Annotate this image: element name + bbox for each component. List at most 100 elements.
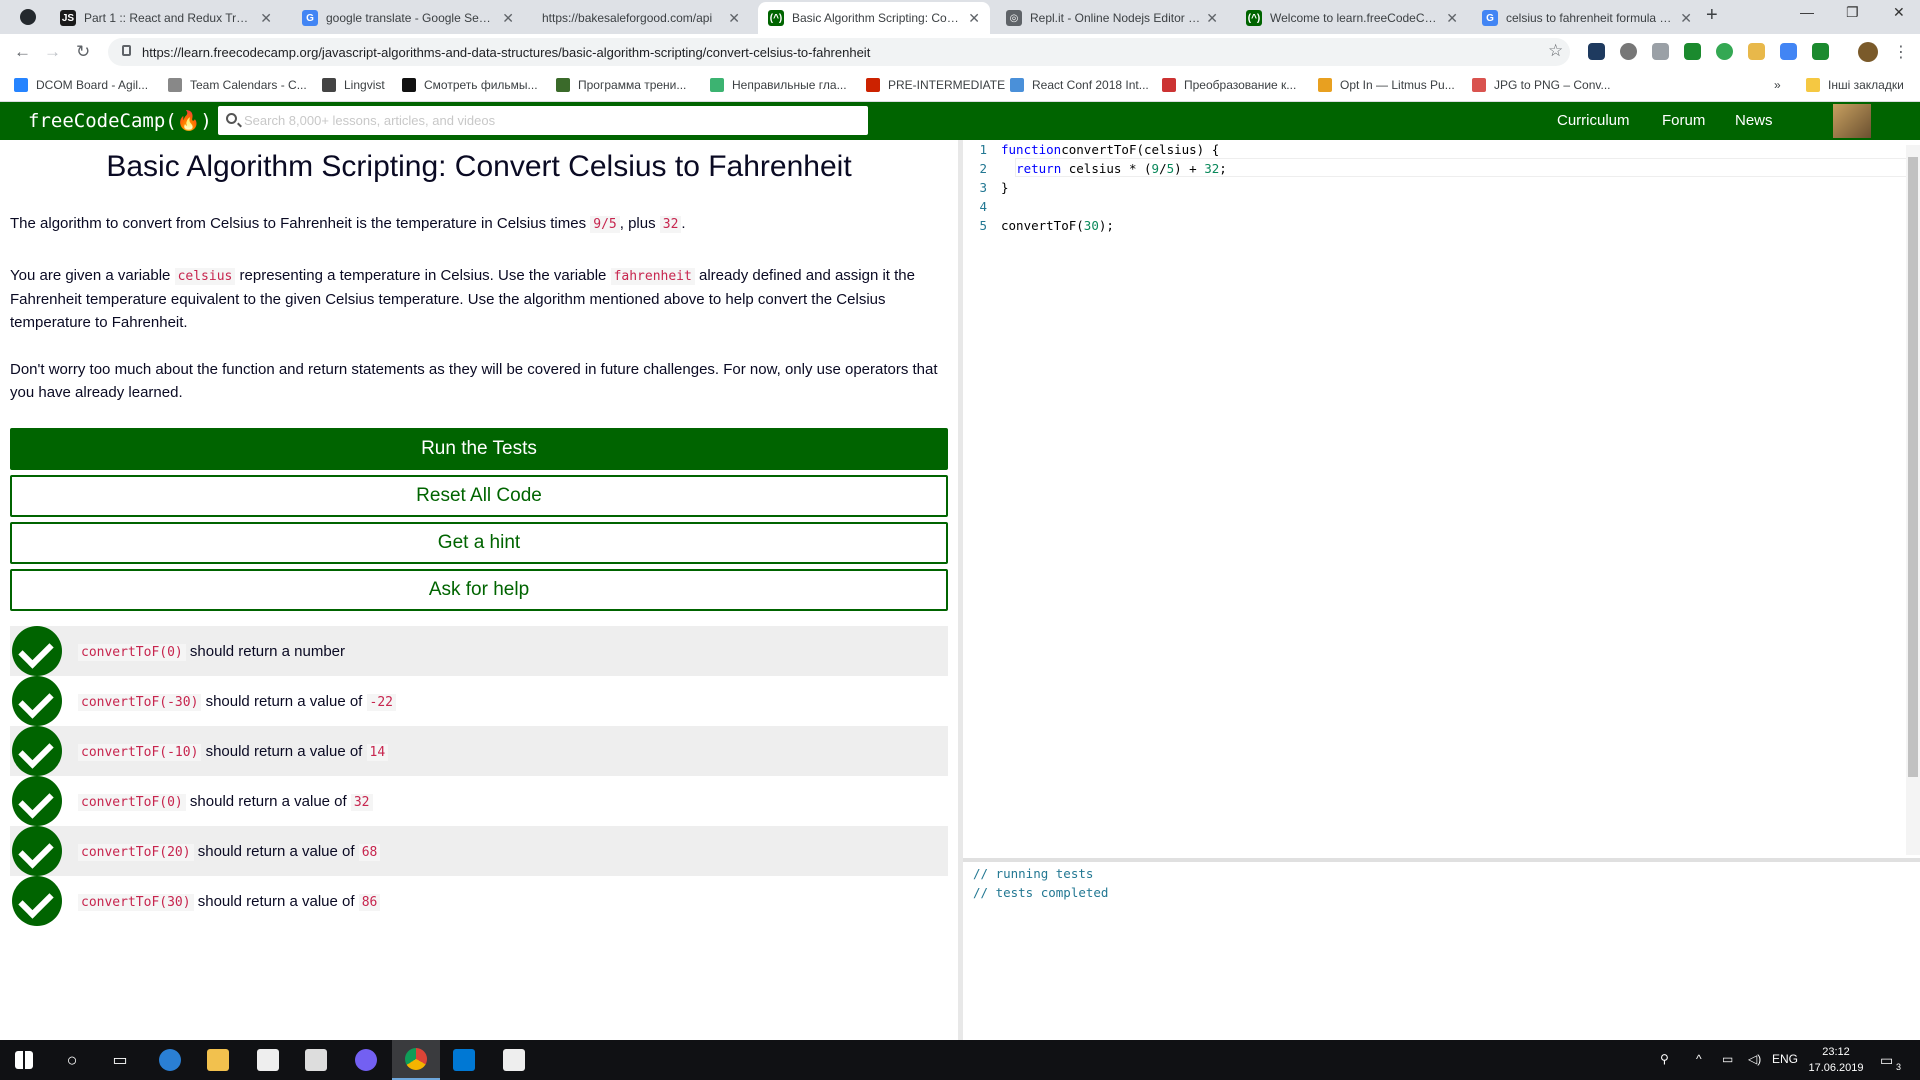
code-line[interactable]: 5 convertToF(30); (963, 216, 1903, 235)
bookmark-item[interactable]: Opt In — Litmus Pu... (1318, 78, 1455, 92)
volume-icon[interactable]: ◁) (1748, 1052, 1761, 1066)
code-line[interactable]: 3} (963, 178, 1903, 197)
search-input[interactable] (244, 110, 844, 131)
check-icon (12, 726, 62, 776)
extension-icon[interactable] (1588, 43, 1605, 60)
code-editor[interactable]: 1 functionconvertToF(celsius) {2 return c… (963, 140, 1920, 860)
code-token: ); (1098, 218, 1114, 233)
tray-chevron-icon[interactable]: ^ (1696, 1052, 1702, 1066)
user-avatar[interactable] (1833, 104, 1871, 138)
reset-code-button[interactable]: Reset All Code (10, 475, 948, 517)
test-text: should return a value of (201, 742, 367, 760)
editor-scrollbar[interactable] (1906, 145, 1920, 855)
browser-tab[interactable]: (^) Welcome to learn.freeCodeCamp ✕ (1236, 2, 1468, 34)
taskbar-explorer[interactable] (194, 1040, 242, 1080)
other-bookmarks[interactable]: Інші закладки (1806, 78, 1904, 92)
taskbar-mail[interactable] (292, 1040, 340, 1080)
minimize-button[interactable]: — (1800, 4, 1814, 20)
bookmark-item[interactable]: React Conf 2018 Int... (1010, 78, 1149, 92)
bookmark-item[interactable]: Team Calendars - C... (168, 78, 307, 92)
close-window-button[interactable]: ✕ (1893, 4, 1905, 21)
close-tab-icon[interactable]: ✕ (502, 10, 514, 27)
bookmark-label: Opt In — Litmus Pu... (1340, 78, 1455, 92)
forward-button[interactable]: → (44, 42, 61, 62)
test-code: convertToF(0) (78, 643, 186, 661)
extension-icon[interactable] (1748, 43, 1765, 60)
bookmark-star-icon[interactable]: ☆ (1548, 41, 1563, 61)
browser-tab[interactable]: JS Part 1 :: React and Redux Training ✕ (50, 2, 282, 34)
bookmark-item[interactable]: JPG to PNG – Conv... (1472, 78, 1610, 92)
restore-button[interactable]: ❐ (1846, 4, 1859, 21)
search-button[interactable]: ○ (48, 1040, 96, 1080)
tab-title: https://bakesaleforgood.com/api (542, 11, 713, 25)
fcc-search[interactable] (218, 106, 868, 135)
other-bookmarks-label: Інші закладки (1828, 78, 1904, 92)
menu-icon[interactable]: ⋮ (1893, 42, 1909, 62)
bookmark-label: Программа трени... (578, 78, 687, 92)
taskbar-vscode[interactable] (440, 1040, 488, 1080)
taskbar-viber[interactable] (342, 1040, 390, 1080)
scrollbar-thumb[interactable] (1908, 157, 1918, 777)
code-line[interactable]: 4 (963, 197, 1903, 216)
extension-icon[interactable] (1812, 43, 1829, 60)
browser-tab[interactable]: Gcelsius to fahrenheit formula - G ✕ (1472, 2, 1702, 34)
url-text[interactable]: https://learn.freecodecamp.org/javascrip… (142, 45, 870, 60)
run-tests-button[interactable]: Run the Tests (10, 428, 948, 470)
nav-forum[interactable]: Forum (1662, 112, 1705, 129)
new-tab-button[interactable]: + (1706, 4, 1718, 27)
nav-curriculum[interactable]: Curriculum (1557, 112, 1630, 129)
browser-tab[interactable]: https://bakesaleforgood.com/api ✕ (532, 2, 750, 34)
close-tab-icon[interactable]: ✕ (1680, 10, 1692, 27)
taskbar-edge[interactable] (146, 1040, 194, 1080)
taskbar-chrome[interactable] (392, 1040, 440, 1080)
taskbar-photos[interactable] (490, 1040, 538, 1080)
bookmark-item[interactable]: Программа трени... (556, 78, 686, 92)
extension-icon[interactable] (1620, 43, 1637, 60)
fcc-logo[interactable]: freeCodeCamp(🔥) (28, 109, 212, 132)
fcc-navbar: freeCodeCamp(🔥) Curriculum Forum News (0, 102, 1920, 140)
network-icon[interactable]: ▭ (1722, 1052, 1733, 1066)
nav-news[interactable]: News (1735, 112, 1773, 129)
close-tab-icon[interactable]: ✕ (1446, 10, 1458, 27)
browser-tab[interactable]: Ggoogle translate - Google Search ✕ (292, 2, 524, 34)
reload-button[interactable]: ↻ (76, 42, 90, 62)
profile-avatar[interactable] (1858, 42, 1878, 62)
bookmark-item[interactable]: Смотреть фильмы... (402, 78, 538, 92)
ask-help-button[interactable]: Ask for help (10, 569, 948, 611)
extension-icon[interactable] (1652, 43, 1669, 60)
code-line[interactable]: 2 return celsius * (9/5) + 32; (963, 159, 1903, 178)
bookmarks-overflow-icon[interactable]: » (1774, 78, 1781, 92)
bookmark-item[interactable]: DCOM Board - Agil... (14, 78, 148, 92)
extension-icon[interactable] (1684, 43, 1701, 60)
code-line[interactable]: 1 functionconvertToF(celsius) { (963, 140, 1903, 159)
people-icon[interactable]: ⚲ (1660, 1052, 1669, 1066)
extension-icon[interactable] (1716, 43, 1733, 60)
get-hint-button[interactable]: Get a hint (10, 522, 948, 564)
close-tab-icon[interactable]: ✕ (1206, 10, 1218, 27)
taskbar-store[interactable] (244, 1040, 292, 1080)
description-text: . (681, 215, 686, 232)
browser-tab[interactable]: (^) Basic Algorithm Scripting: Convert ✕ (758, 2, 990, 34)
back-button[interactable]: ← (14, 42, 31, 62)
browser-tab[interactable]: ◎ Repl.it - Online Nodejs Editor and ✕ (996, 2, 1228, 34)
address-bar[interactable]: https://learn.freecodecamp.org/javascrip… (108, 38, 1570, 66)
github-icon[interactable] (20, 9, 36, 25)
extension-icon[interactable] (1780, 43, 1797, 60)
notifications-icon[interactable]: ▭ (1880, 1052, 1893, 1069)
close-tab-icon[interactable]: ✕ (260, 10, 272, 27)
bookmark-item[interactable]: Lingvist (322, 78, 385, 92)
bookmark-item[interactable]: PRE-INTERMEDIATE (866, 78, 1005, 92)
close-tab-icon[interactable]: ✕ (968, 10, 980, 27)
bookmark-item[interactable]: Неправильные гла... (710, 78, 847, 92)
code-token: ; (1219, 161, 1227, 176)
close-tab-icon[interactable]: ✕ (728, 10, 740, 27)
code-token: convertToF(celsius) { (1061, 142, 1220, 157)
bookmarks-bar: DCOM Board - Agil... Team Calendars - C..… (0, 70, 1920, 102)
line-number: 2 (979, 161, 987, 176)
task-view-button[interactable]: ▭ (96, 1040, 144, 1080)
start-button[interactable] (0, 1040, 48, 1080)
clock[interactable]: 23:12 17.06.2019 (1806, 1044, 1866, 1076)
bookmark-item[interactable]: Преобразование к... (1162, 78, 1296, 92)
chrome-icon (405, 1048, 427, 1070)
language-indicator[interactable]: ENG (1772, 1052, 1798, 1066)
